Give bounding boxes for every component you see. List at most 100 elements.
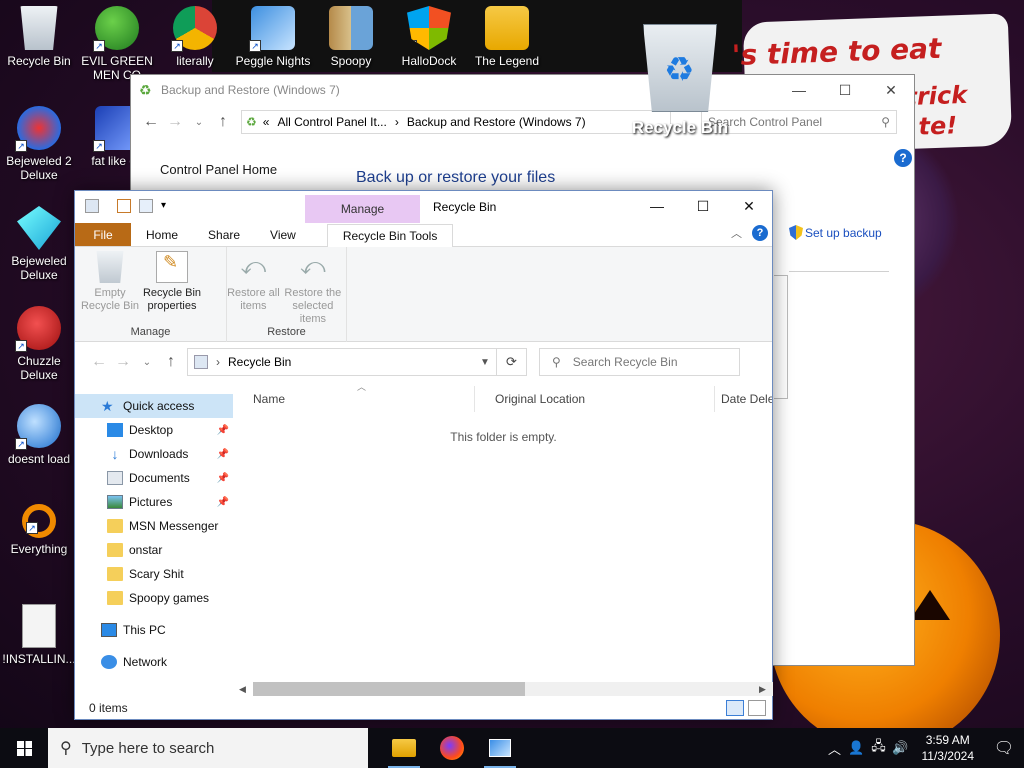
- maximize-button[interactable]: ☐: [680, 191, 726, 221]
- close-button[interactable]: ✕: [868, 75, 914, 105]
- tab-view[interactable]: View: [255, 223, 311, 246]
- tab-recycle-bin-tools[interactable]: Recycle Bin Tools: [326, 224, 454, 248]
- breadcrumb-all-control-panel[interactable]: All Control Panel It...: [277, 115, 386, 129]
- breadcrumb-current[interactable]: Backup and Restore (Windows 7): [407, 115, 586, 129]
- start-button[interactable]: [0, 728, 48, 768]
- nav-folder-onstar[interactable]: onstar: [75, 538, 233, 562]
- nav-network[interactable]: Network: [75, 650, 233, 674]
- recent-locations-chevron-icon[interactable]: ⌄: [135, 357, 159, 368]
- firefox-icon: [440, 736, 464, 760]
- wallpaper-text-line: te!: [918, 111, 958, 141]
- maximize-button[interactable]: ☐: [822, 75, 868, 105]
- desktop-icon-doesnt-load[interactable]: ↗ doesnt load: [0, 404, 78, 466]
- network-icon[interactable]: 🖧: [868, 737, 890, 759]
- nav-this-pc[interactable]: This PC: [75, 618, 233, 642]
- folder-icon: [107, 543, 123, 557]
- refresh-icon[interactable]: ⟳: [497, 348, 527, 376]
- pin-icon: 📌: [216, 448, 229, 460]
- manage-context-tab[interactable]: Manage: [305, 195, 420, 223]
- column-date-deleted[interactable]: Date Dele: [715, 386, 772, 412]
- set-up-backup-link[interactable]: Set up backup: [789, 225, 882, 240]
- recent-locations-chevron-icon[interactable]: ⌄: [187, 117, 211, 128]
- tab-file[interactable]: File: [75, 223, 131, 246]
- nav-folder-msn-messenger[interactable]: MSN Messenger: [75, 514, 233, 538]
- column-name[interactable]: Name: [233, 386, 475, 412]
- tab-home[interactable]: Home: [131, 223, 193, 246]
- breadcrumb-separator: ›: [394, 115, 399, 129]
- properties-icon[interactable]: [117, 199, 131, 213]
- pictures-icon: [107, 495, 123, 509]
- volume-icon[interactable]: 🔊: [890, 740, 912, 756]
- system-tray: ︿ 👤 🖧 🔊 3:59 AM 11/3/2024 🗨: [824, 728, 1024, 768]
- scroll-left-arrow-icon[interactable]: ◀: [239, 684, 246, 695]
- taskbar-firefox[interactable]: [428, 728, 476, 768]
- desktop-icon-label: HalloDock: [401, 54, 457, 68]
- minimize-button[interactable]: —: [776, 75, 822, 105]
- desktop-icon-evil-green-men[interactable]: ↗ EVIL GREEN MEN CO: [78, 6, 156, 82]
- explorer-address-bar[interactable]: › Recycle Bin ▼: [187, 348, 497, 376]
- control-panel-address-bar[interactable]: ♻ « All Control Panel It... › Backup and…: [241, 110, 671, 134]
- desktop-icon-installing[interactable]: !INSTALLIN...: [0, 604, 78, 666]
- forward-arrow-icon[interactable]: →: [163, 113, 187, 131]
- desktop-icon-bejeweled-2[interactable]: ↗ Bejeweled 2 Deluxe: [0, 106, 78, 182]
- notifications-icon[interactable]: 🗨: [984, 738, 1024, 758]
- address-dropdown-chevron-icon[interactable]: ▼: [474, 357, 496, 368]
- folder-icon: [107, 567, 123, 581]
- desktop-icon-everything[interactable]: ↗ Everything: [0, 504, 78, 556]
- large-recycle-bin-icon[interactable]: Recycle Bin: [625, 24, 735, 138]
- nav-pictures[interactable]: Pictures 📌: [75, 490, 233, 514]
- back-arrow-icon[interactable]: ←: [139, 113, 163, 131]
- forward-arrow-icon[interactable]: →: [111, 353, 135, 371]
- desktop-icon-literally[interactable]: ↗ literally: [156, 6, 234, 68]
- up-arrow-icon[interactable]: ↑: [211, 113, 235, 131]
- close-button[interactable]: ✕: [726, 191, 772, 221]
- desktop-icon-label: literally: [176, 54, 214, 68]
- nav-documents[interactable]: Documents 📌: [75, 466, 233, 490]
- new-folder-icon[interactable]: [139, 199, 153, 213]
- up-arrow-icon[interactable]: ↑: [159, 353, 183, 371]
- file-list: ︿ Name Original Location Date Dele This …: [233, 382, 772, 689]
- scroll-right-arrow-icon[interactable]: ▶: [759, 684, 766, 695]
- back-arrow-icon[interactable]: ←: [87, 353, 111, 371]
- minimize-button[interactable]: —: [634, 191, 680, 221]
- nav-folder-spoopy-games[interactable]: Spoopy games: [75, 586, 233, 610]
- nav-folder-scary-shit[interactable]: Scary Shit: [75, 562, 233, 586]
- nav-desktop[interactable]: Desktop 📌: [75, 418, 233, 442]
- help-icon[interactable]: ?: [894, 149, 912, 167]
- desktop-icon-chuzzle[interactable]: ↗ Chuzzle Deluxe: [0, 306, 78, 382]
- desktop-icon-the-legend[interactable]: The Legend: [468, 6, 546, 68]
- address-current[interactable]: Recycle Bin: [228, 355, 291, 369]
- desktop-icon-spoopy[interactable]: Spoopy: [312, 6, 390, 68]
- clock-time: 3:59 AM: [925, 733, 970, 747]
- tab-share[interactable]: Share: [193, 223, 255, 246]
- large-icons-view-icon[interactable]: [748, 700, 766, 716]
- desktop-icon-bejeweled[interactable]: ↗ Bejeweled Deluxe: [0, 206, 78, 282]
- ribbon-collapse-chevron-icon[interactable]: ︿: [731, 225, 742, 241]
- scroll-thumb[interactable]: [253, 682, 525, 696]
- search-icon: ⚲: [881, 115, 890, 129]
- control-panel-home-link[interactable]: Control Panel Home: [160, 162, 277, 177]
- taskbar-file-explorer[interactable]: [380, 728, 428, 768]
- customize-toolbar-chevron-icon[interactable]: ▾: [161, 199, 175, 213]
- taskbar-search[interactable]: ⚲ Type here to search: [48, 728, 368, 768]
- breadcrumb-overflow[interactable]: «: [263, 115, 270, 129]
- desktop-icon-peggle-nights[interactable]: ↗ Peggle Nights: [234, 6, 312, 68]
- people-icon[interactable]: 👤: [846, 740, 868, 756]
- taskbar-control-panel[interactable]: [476, 728, 524, 768]
- nav-quick-access[interactable]: ★ Quick access: [75, 394, 233, 418]
- taskbar: ⚲ Type here to search ︿ 👤 🖧 🔊 3:59 AM 11…: [0, 728, 1024, 768]
- ribbon-group-restore: ⤺ Restore all items ⤺ Restore the select…: [227, 247, 347, 342]
- clock[interactable]: 3:59 AM 11/3/2024: [922, 732, 975, 764]
- nav-downloads[interactable]: ↓ Downloads 📌: [75, 442, 233, 466]
- desktop-icon-recycle-bin[interactable]: Recycle Bin: [0, 6, 78, 68]
- column-original-location[interactable]: Original Location: [475, 386, 715, 412]
- recycle-bin-icon: [20, 6, 58, 50]
- details-view-icon[interactable]: [726, 700, 744, 716]
- recycle-bin-small-icon: [85, 199, 99, 213]
- divider: [789, 271, 889, 272]
- recycle-bin-search[interactable]: ⚲ Search Recycle Bin: [539, 348, 740, 376]
- show-hidden-icons-chevron-icon[interactable]: ︿: [824, 739, 846, 758]
- desktop-icon-hallodock[interactable]: ↗ HalloDock: [390, 6, 468, 68]
- help-icon[interactable]: ?: [752, 225, 768, 241]
- horizontal-scrollbar[interactable]: ◀ ▶: [233, 681, 773, 697]
